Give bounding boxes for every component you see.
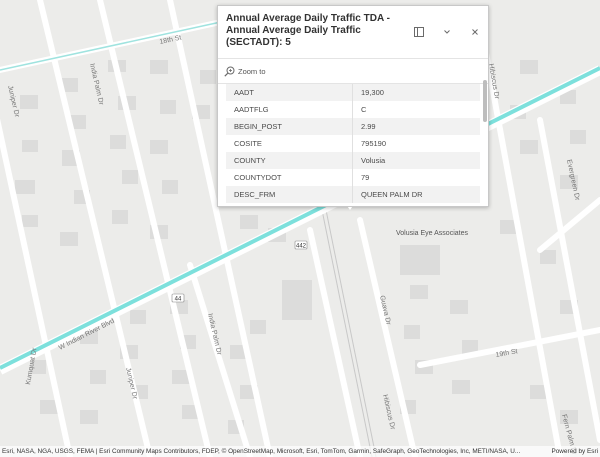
close-button[interactable] [468,25,482,39]
field-value: C [361,105,367,114]
field-name: BEGIN_POST [226,118,353,135]
poi-label: Volusia Eye Associates [396,230,468,237]
field-name: COUNTYDOT [226,169,353,186]
field-name: DESC_FRM [226,186,353,203]
collapse-button[interactable] [440,25,454,39]
table-row: DESC_FRM QUEEN PALM DR [226,186,480,203]
field-value: 2.99 [352,118,480,135]
table-row: COSITE 795190 [226,135,480,152]
field-value: QUEEN PALM DR [352,186,480,203]
field-value: 795190 [361,139,387,148]
attribute-table-container[interactable]: AADT 19,300 AADTFLG C BEGIN_POST 2.99 CO… [226,84,480,208]
table-row: BEGIN_POST 2.99 [226,118,480,135]
feature-popup: Annual Average Daily Traffic TDA - Annua… [217,5,489,207]
route-44-text: 44 [175,297,182,303]
chevron-down-icon [444,30,450,34]
scrollbar-thumb[interactable] [483,80,487,122]
popup-scrollbar[interactable] [480,78,488,206]
dock-icon [414,27,424,37]
field-value: Volusia [352,152,480,169]
table-row: COUNTYDOT 79 [226,169,480,186]
zoom-to-label: Zoom to [238,66,266,76]
dock-button[interactable] [412,25,426,39]
zoom-to-action[interactable]: Zoom to [218,58,488,84]
field-value: 79 [361,173,370,182]
table-row: AADT 19,300 [226,84,480,101]
route-shield-442: 442 [294,240,308,250]
field-name: COUNTY [226,152,353,169]
field-value: 19,300 [352,84,480,101]
close-icon [472,29,478,35]
route-shield-44: 44 [171,293,185,303]
poi-volusia-eye-associates[interactable]: Volusia Eye Associates [396,230,468,237]
table-row: AADTFLG C [226,101,480,118]
attribution-text[interactable]: Esri, NASA, NGA, USGS, FEMA | Esri Commu… [2,446,520,457]
zoom-in-icon [224,66,235,77]
powered-by-esri-link[interactable]: Powered by Esri [551,446,598,457]
field-name: AADT [226,84,353,101]
attribution-bar: Esri, NASA, NGA, USGS, FEMA | Esri Commu… [0,446,600,457]
popup-title: Annual Average Daily Traffic TDA - Annua… [226,13,390,48]
field-name: COSITE [226,135,353,152]
popup-pointer [343,207,357,221]
field-name: AADTFLG [226,101,353,118]
table-row: COUNTY Volusia [226,152,480,169]
attribute-table: AADT 19,300 AADTFLG C BEGIN_POST 2.99 CO… [226,84,480,203]
route-442-text: 442 [296,244,307,250]
